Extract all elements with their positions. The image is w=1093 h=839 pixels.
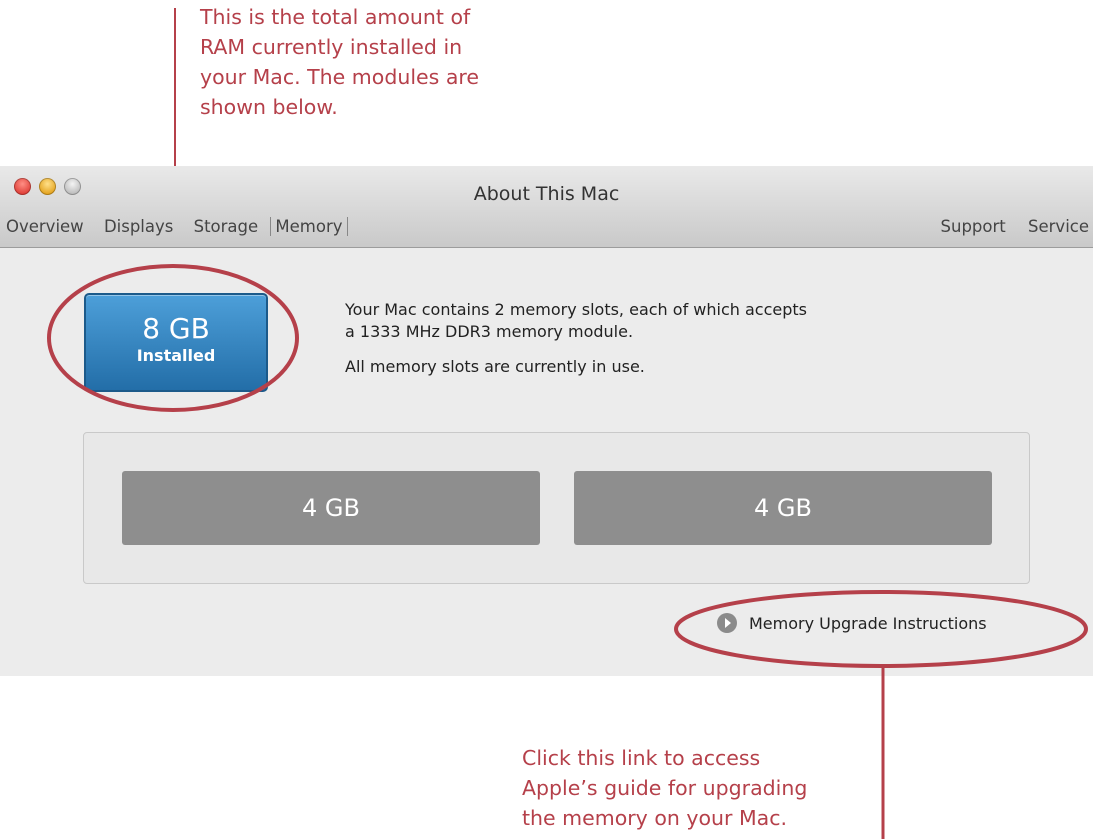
tab-displays[interactable]: Displays bbox=[104, 217, 173, 236]
slots-status: All memory slots are currently in use. bbox=[345, 357, 645, 376]
arrow-right-circle-icon bbox=[717, 613, 737, 633]
about-this-mac-window: About This Mac Overview Displays Storage… bbox=[0, 166, 1093, 676]
installed-memory-badge: 8 GB Installed bbox=[84, 293, 268, 392]
slots-description-line-1: Your Mac contains 2 memory slots, each o… bbox=[345, 300, 807, 319]
titlebar: About This Mac Overview Displays Storage… bbox=[0, 166, 1093, 248]
tab-support[interactable]: Support bbox=[941, 217, 1006, 236]
memory-module-slot-1: 4 GB bbox=[122, 471, 540, 545]
installed-label: Installed bbox=[136, 346, 216, 365]
annotation-upgrade-link: Click this link to access Apple’s guide … bbox=[522, 746, 808, 830]
tab-service[interactable]: Service bbox=[1028, 217, 1089, 236]
annotation-installed-ram: This is the total amount of RAM currentl… bbox=[200, 5, 479, 119]
tab-memory[interactable]: Memory bbox=[270, 217, 348, 236]
tab-bar-left: Overview Displays Storage Memory bbox=[6, 217, 363, 236]
tab-overview[interactable]: Overview bbox=[6, 217, 84, 236]
memory-slots-panel: 4 GB 4 GB bbox=[83, 432, 1030, 584]
memory-module-slot-2: 4 GB bbox=[574, 471, 992, 545]
upgrade-link-label: Memory Upgrade Instructions bbox=[749, 613, 987, 633]
tab-bar-right: Support Service bbox=[924, 217, 1089, 236]
tab-storage[interactable]: Storage bbox=[194, 217, 259, 236]
slots-info: Your Mac contains 2 memory slots, each o… bbox=[345, 299, 807, 378]
slots-description-line-2: a 1333 MHz DDR3 memory module. bbox=[345, 322, 634, 341]
installed-amount: 8 GB bbox=[142, 312, 210, 345]
window-title: About This Mac bbox=[473, 183, 620, 205]
memory-upgrade-instructions-link[interactable]: Memory Upgrade Instructions bbox=[717, 613, 987, 633]
